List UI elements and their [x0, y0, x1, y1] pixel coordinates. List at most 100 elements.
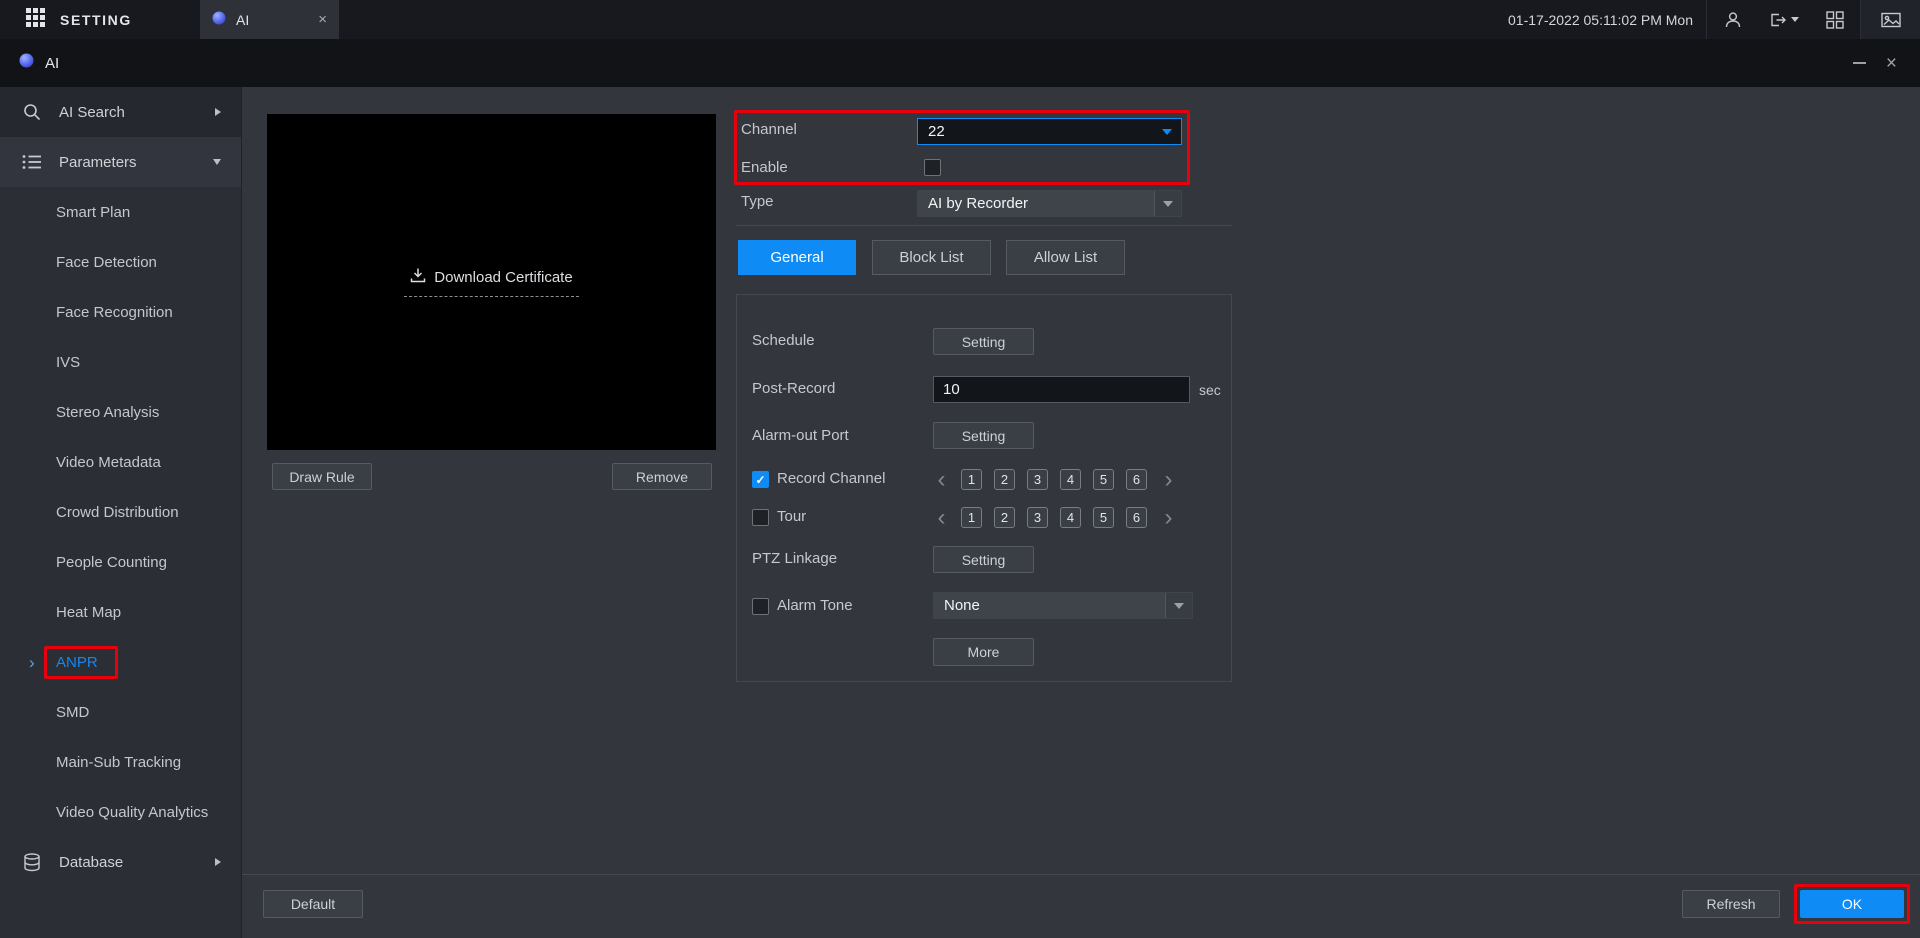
app-window: SETTING AI × 01-17-2022 05:11:02 PM Mon [0, 0, 1920, 938]
close-icon[interactable]: × [1886, 54, 1897, 73]
layout-grid-icon[interactable] [1809, 0, 1860, 39]
footer-divider [242, 874, 1920, 875]
sidebar-item-ivs[interactable]: IVS [0, 337, 241, 387]
chevron-down-icon [213, 159, 221, 165]
refresh-button[interactable]: Refresh [1682, 890, 1780, 918]
sidebar-item-main-sub-tracking[interactable]: Main-Sub Tracking [0, 737, 241, 787]
window-icon [19, 53, 34, 73]
alarm-tone-select[interactable]: None [933, 592, 1193, 619]
tab-block-list[interactable]: Block List [872, 240, 991, 275]
remove-button[interactable]: Remove [612, 463, 712, 490]
sidebar-item-crowd-distribution[interactable]: Crowd Distribution [0, 487, 241, 537]
sidebar-item-label: People Counting [56, 554, 167, 571]
sidebar-item-label: Crowd Distribution [56, 504, 179, 521]
tour-chip-4[interactable]: 4 [1060, 507, 1081, 528]
alarm-out-port-label: Alarm-out Port [752, 426, 849, 446]
sidebar-item-anpr[interactable]: › ANPR [0, 637, 241, 687]
draw-rule-button[interactable]: Draw Rule [272, 463, 372, 490]
record-channel-chip-1[interactable]: 1 [961, 469, 982, 490]
record-channel-chip-5[interactable]: 5 [1093, 469, 1114, 490]
prev-channels-icon[interactable]: ‹ [934, 469, 949, 490]
tour-label: Tour [777, 507, 806, 527]
apps-grid-icon [26, 8, 45, 32]
post-record-unit: sec [1199, 380, 1221, 400]
more-button[interactable]: More [933, 638, 1034, 666]
window-controls: × [1853, 54, 1901, 73]
tour-chip-6[interactable]: 6 [1126, 507, 1147, 528]
sidebar-item-video-quality-analytics[interactable]: Video Quality Analytics [0, 787, 241, 837]
record-channel-chip-6[interactable]: 6 [1126, 469, 1147, 490]
tab-general[interactable]: General [738, 240, 856, 275]
sidebar-item-label: Heat Map [56, 604, 121, 621]
sidebar-item-face-detection[interactable]: Face Detection [0, 237, 241, 287]
database-icon [22, 853, 42, 872]
chevron-right-icon [215, 858, 221, 866]
sidebar-item-label: Video Metadata [56, 454, 161, 471]
tab-ai[interactable]: AI × [200, 0, 339, 39]
schedule-setting-button[interactable]: Setting [933, 328, 1034, 355]
type-select[interactable]: AI by Recorder [917, 190, 1182, 217]
ptz-setting-button[interactable]: Setting [933, 546, 1034, 573]
setting-label: SETTING [60, 12, 132, 28]
record-channel-chip-2[interactable]: 2 [994, 469, 1015, 490]
alarm-out-setting-button[interactable]: Setting [933, 422, 1034, 449]
enable-label: Enable [741, 158, 788, 178]
ok-button[interactable]: OK [1800, 890, 1904, 918]
tour-chip-3[interactable]: 3 [1027, 507, 1048, 528]
tour-chip-5[interactable]: 5 [1093, 507, 1114, 528]
sidebar-item-people-counting[interactable]: People Counting [0, 537, 241, 587]
tour-chip-1[interactable]: 1 [961, 507, 982, 528]
sidebar-item-stereo-analysis[interactable]: Stereo Analysis [0, 387, 241, 437]
sidebar-item-ai-search[interactable]: AI Search [0, 87, 241, 137]
sidebar-item-label: Stereo Analysis [56, 404, 159, 421]
download-certificate-link[interactable]: Download Certificate [404, 267, 578, 297]
sidebar-item-face-recognition[interactable]: Face Recognition [0, 287, 241, 337]
next-tour-channels-icon[interactable]: › [1161, 507, 1176, 528]
post-record-label: Post-Record [752, 379, 835, 399]
enable-checkbox[interactable] [924, 159, 941, 176]
chevron-down-icon [1162, 129, 1172, 135]
next-channels-icon[interactable]: › [1161, 469, 1176, 490]
sidebar-item-parameters[interactable]: Parameters [0, 137, 241, 187]
preview-image-icon[interactable] [1861, 0, 1920, 39]
alarm-tone-value: None [944, 597, 980, 614]
default-button[interactable]: Default [263, 890, 363, 918]
system-datetime: 01-17-2022 05:11:02 PM Mon [1508, 12, 1693, 28]
schedule-label: Schedule [752, 331, 815, 351]
logout-icon[interactable] [1758, 0, 1809, 39]
video-canvas[interactable]: Download Certificate [267, 114, 716, 450]
chevron-down-icon [1154, 191, 1181, 216]
sidebar-item-label: Main-Sub Tracking [56, 754, 181, 771]
post-record-input[interactable] [933, 376, 1190, 403]
setting-menu[interactable]: SETTING [0, 8, 200, 32]
sidebar-item-smd[interactable]: SMD [0, 687, 241, 737]
sidebar-group-label: Database [59, 854, 198, 871]
caret [1174, 603, 1184, 609]
alarm-tone-checkbox[interactable] [752, 598, 769, 615]
record-channel-chip-4[interactable]: 4 [1060, 469, 1081, 490]
minimize-icon[interactable] [1853, 62, 1866, 64]
tab-allow-list[interactable]: Allow List [1006, 240, 1125, 275]
record-channel-label: Record Channel [777, 469, 885, 489]
record-channel-chip-3[interactable]: 3 [1027, 469, 1048, 490]
prev-tour-channels-icon[interactable]: ‹ [934, 507, 949, 528]
ptz-linkage-label: PTZ Linkage [752, 549, 837, 569]
chevron-down-icon [1791, 17, 1799, 22]
main-content: Download Certificate Draw Rule Remove Ch… [241, 87, 1920, 938]
record-channel-checkbox[interactable]: ✓ [752, 471, 769, 488]
channel-select[interactable]: 22 [917, 118, 1182, 145]
divider [736, 225, 1232, 226]
tour-checkbox[interactable] [752, 509, 769, 526]
user-icon[interactable] [1707, 0, 1758, 39]
type-label: Type [741, 192, 774, 212]
sidebar-item-video-metadata[interactable]: Video Metadata [0, 437, 241, 487]
sidebar-item-database[interactable]: Database [0, 837, 241, 887]
tab-close-icon[interactable]: × [318, 12, 327, 27]
sidebar-item-label: Video Quality Analytics [56, 804, 208, 821]
sidebar-item-smart-plan[interactable]: Smart Plan [0, 187, 241, 237]
tour-chip-2[interactable]: 2 [994, 507, 1015, 528]
sidebar-item-heat-map[interactable]: Heat Map [0, 587, 241, 637]
caret [1163, 201, 1173, 207]
sidebar-item-label: SMD [56, 704, 89, 721]
sidebar-group-label: AI Search [59, 104, 198, 121]
